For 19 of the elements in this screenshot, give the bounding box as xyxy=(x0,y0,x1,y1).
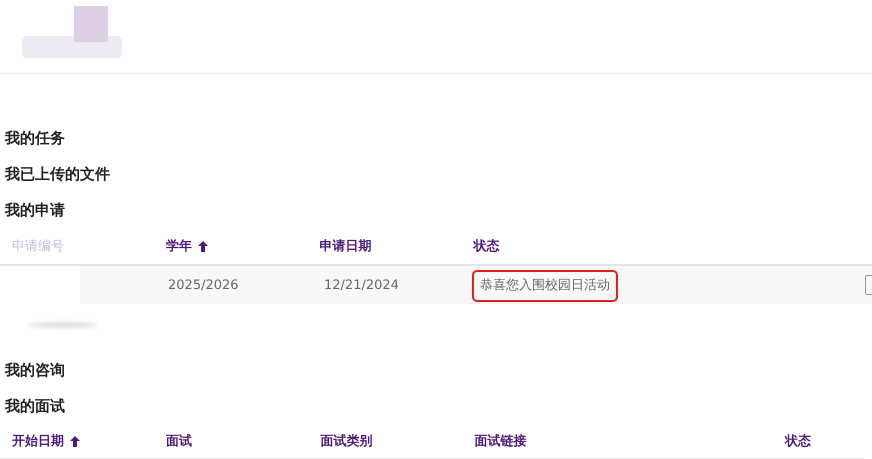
sort-up-icon xyxy=(198,240,208,252)
column-header[interactable]: 申请日期 xyxy=(320,237,372,255)
column-header[interactable]: 状态 xyxy=(784,432,811,450)
section-title[interactable]: 我的任务 xyxy=(5,129,65,147)
section-title[interactable]: 我的面试 xyxy=(5,397,65,415)
table-cell: 2025/2026 xyxy=(168,278,239,292)
sort-up-icon xyxy=(70,436,80,446)
column-header[interactable]: 面试 xyxy=(166,432,192,450)
column-header[interactable]: 开始日期 xyxy=(12,432,80,450)
section-title[interactable]: 我的咨询 xyxy=(5,361,65,379)
section-title[interactable]: 我的申请 xyxy=(5,201,65,219)
table-cell: 12/21/2024 xyxy=(324,278,399,292)
column-header[interactable]: 面试类别 xyxy=(320,432,372,450)
status-cell: 恭喜您入围校园日活动 xyxy=(474,272,616,300)
row-action-button[interactable] xyxy=(865,275,872,295)
column-header[interactable]: 面试链接 xyxy=(474,432,527,450)
section-title[interactable]: 我已上传的文件 xyxy=(5,165,110,183)
column-header[interactable]: 状态 xyxy=(474,237,500,255)
column-header[interactable]: 学年 xyxy=(166,237,208,255)
